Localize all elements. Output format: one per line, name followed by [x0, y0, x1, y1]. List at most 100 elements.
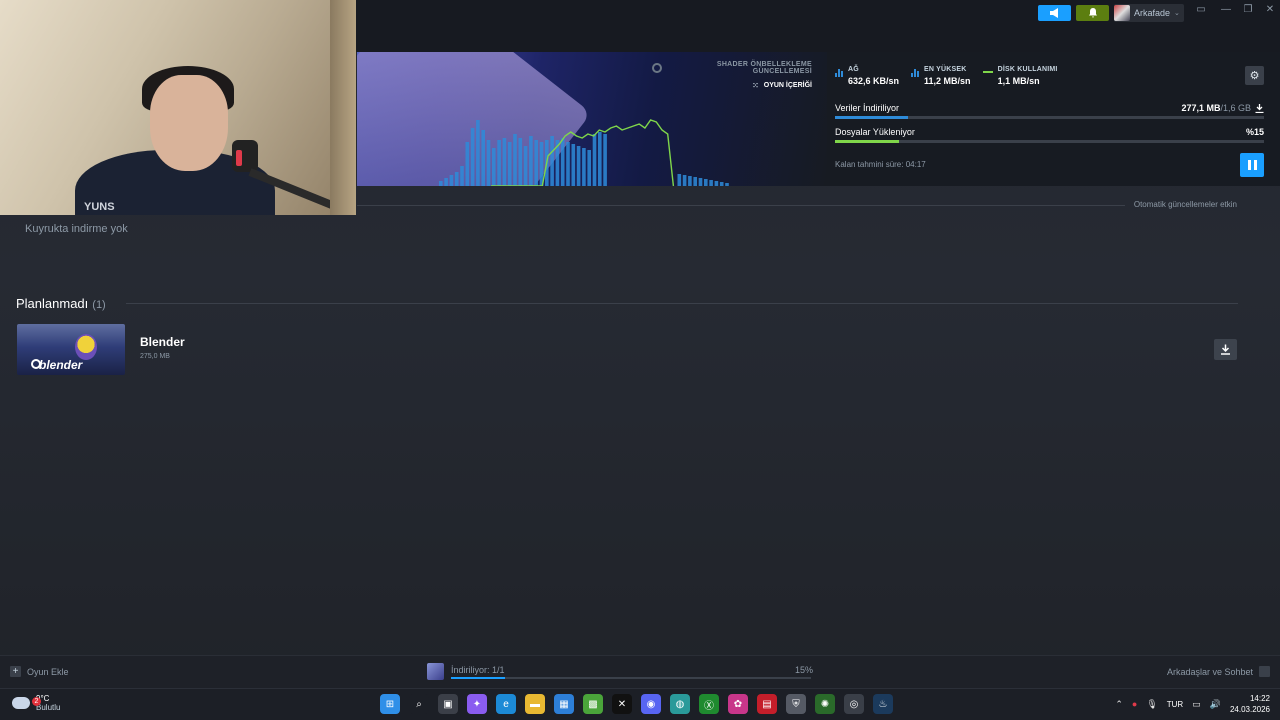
downloaded-amount: 277,1 MB — [1181, 103, 1221, 113]
video-editor-icon[interactable]: ▤ — [757, 694, 777, 714]
time: 14:22 — [1249, 694, 1270, 703]
green-app-icon[interactable]: ✺ — [815, 694, 835, 714]
add-game-button[interactable]: + Oyun Ekle — [10, 666, 69, 677]
webcam-overlay: YUNS — [0, 0, 356, 215]
graph-bar — [709, 180, 713, 186]
gear-icon: ⚙ — [1249, 70, 1260, 82]
capcut-icon[interactable]: ✕ — [612, 694, 632, 714]
clock[interactable]: 14:22 24.03.2026 — [1230, 693, 1270, 715]
disk-line-icon — [982, 71, 993, 73]
total-amount: /1,6 GB — [1220, 103, 1251, 113]
tray-app-icon[interactable]: ● — [1132, 699, 1137, 709]
download-stats: AĞ 632,6 KB/sn EN YÜKSEK 11,2 MB/sn DİSK K… — [835, 66, 1058, 86]
graph-bar — [704, 179, 708, 186]
section-title-text: Planlanmadı — [16, 296, 89, 311]
downloading-status[interactable]: İndiriliyor: 1/1 — [451, 665, 505, 675]
game-download-button[interactable] — [1214, 339, 1237, 360]
graph-bar — [439, 181, 443, 186]
add-game-label: Oyun Ekle — [27, 666, 69, 677]
close-button[interactable]: ✕ — [1263, 4, 1277, 15]
date: 24.03.2026 — [1229, 705, 1270, 714]
chevron-down-icon: ⌄ — [1174, 10, 1180, 17]
big-picture-button[interactable]: ▭ — [1194, 4, 1208, 15]
auto-updates-status[interactable]: Otomatik güncellemeler etkin — [1134, 200, 1237, 209]
graph-bar — [507, 142, 512, 186]
chat-icon — [1259, 666, 1270, 677]
graph-bar — [502, 138, 507, 186]
graph-bar — [582, 148, 586, 186]
graph-bar — [529, 136, 533, 186]
steam-icon[interactable]: ♨ — [873, 694, 893, 714]
steam-alt-icon[interactable]: ◎ — [844, 694, 864, 714]
install-progress-fill — [835, 140, 900, 143]
graph-bar — [492, 148, 496, 186]
microphone-icon[interactable]: 🎙 — [1146, 699, 1157, 710]
start-icon[interactable]: ⊞ — [380, 694, 400, 714]
download-settings-button[interactable]: ⚙ — [1245, 66, 1264, 85]
friends-chat-button[interactable]: Arkadaşlar ve Sohbet — [1167, 666, 1270, 677]
thumbnail-logo: blender — [39, 358, 83, 372]
graph-bar — [449, 175, 454, 186]
loading-icon: ⁙ — [752, 81, 759, 90]
download-panel: SHADER ÖNBELLEKLEME GÜNCELLEMESİ ⁙ OYUN İ… — [357, 52, 1280, 186]
graph-bar — [603, 134, 607, 186]
weather-badge: 2 — [32, 697, 41, 706]
task-view-icon[interactable]: ▣ — [438, 694, 458, 714]
downloading-game-thumbnail — [427, 663, 444, 680]
language-indicator[interactable]: TUR — [1167, 700, 1183, 709]
game-name[interactable]: Blender — [140, 335, 185, 349]
graph-bar — [470, 128, 475, 186]
notifications-button[interactable] — [1076, 5, 1109, 21]
copilot-icon[interactable]: ✦ — [467, 694, 487, 714]
download-icon — [1255, 103, 1264, 113]
eta-label: Kalan tahmini süre: 04:17 — [835, 160, 926, 169]
game-thumbnail[interactable]: blender — [17, 324, 125, 375]
unscheduled-section-title: Planlanmadı (1) — [16, 296, 106, 311]
pause-button[interactable] — [1240, 153, 1264, 177]
network-icon[interactable]: ▭ — [1192, 699, 1201, 710]
announcements-button[interactable] — [1038, 5, 1071, 21]
bottom-bar: + Oyun Ekle İndiriliyor: 1/1 15% Arkadaşl… — [0, 655, 1280, 688]
graph-bar — [539, 142, 544, 186]
webcam-background-edge — [330, 0, 356, 215]
file-explorer-icon[interactable]: ▬ — [525, 694, 545, 714]
store-icon[interactable]: ▦ — [554, 694, 574, 714]
xbox-icon[interactable]: Ⓧ — [699, 694, 719, 714]
minimize-button[interactable]: — — [1219, 4, 1233, 15]
section-count: (1) — [92, 299, 106, 311]
graph-legend: SHADER ÖNBELLEKLEME GÜNCELLEMESİ ⁙ OYUN İ… — [652, 61, 812, 90]
graph-bar — [486, 140, 491, 186]
windows-taskbar: 2 9°C Bulutlu ⊞ ⌕ ▣ ✦ e ▬ ▦ ▩ ✕ ◉ ◍ Ⓧ ✿ ▤ ⛨ ✺ ◎ ♨ ⌃ ● 🎙 TU… — [0, 688, 1280, 720]
download-progress-fill — [835, 116, 908, 119]
shield-icon[interactable]: ⛨ — [786, 694, 806, 714]
user-menu[interactable]: Arkafade ⌄ — [1114, 4, 1184, 22]
weather-widget[interactable]: 2 9°C Bulutlu — [12, 694, 60, 712]
installing-label: Dosyalar Yükleniyor — [835, 127, 915, 137]
graph-bar — [513, 134, 517, 186]
graph-bar — [682, 175, 687, 186]
downloading-label: Veriler İndiriliyor — [835, 103, 900, 113]
search-icon[interactable]: ⌕ — [409, 694, 429, 714]
stat-label: AĞ — [848, 66, 859, 73]
browser-icon[interactable]: ◍ — [670, 694, 690, 714]
edge-icon[interactable]: e — [496, 694, 516, 714]
volume-icon[interactable]: 🔊 — [1210, 699, 1221, 710]
graph-bar — [693, 177, 697, 186]
maximize-button[interactable]: ❐ — [1241, 4, 1255, 15]
m365-icon[interactable]: ✿ — [728, 694, 748, 714]
bottom-progress-bar — [451, 677, 811, 679]
graph-bar — [460, 166, 464, 186]
pause-icon — [1247, 160, 1251, 170]
shader-cache-icon — [652, 63, 662, 73]
chevron-up-icon[interactable]: ⌃ — [1115, 699, 1123, 710]
graph-bar — [719, 182, 724, 186]
discord-icon[interactable]: ◉ — [641, 694, 661, 714]
minecraft-icon[interactable]: ▩ — [583, 694, 603, 714]
graph-bar — [523, 146, 528, 186]
stat-value: 632,6 KB/sn — [848, 76, 900, 86]
shader-cache-label: SHADER ÖNBELLEKLEME GÜNCELLEMESİ — [716, 61, 812, 75]
user-name: Arkafade — [1134, 8, 1171, 18]
graph-bar — [592, 134, 597, 186]
peak-stat: EN YÜKSEK 11,2 MB/sn — [911, 66, 971, 86]
queue-empty-message: Kuyrukta indirme yok — [25, 223, 128, 235]
